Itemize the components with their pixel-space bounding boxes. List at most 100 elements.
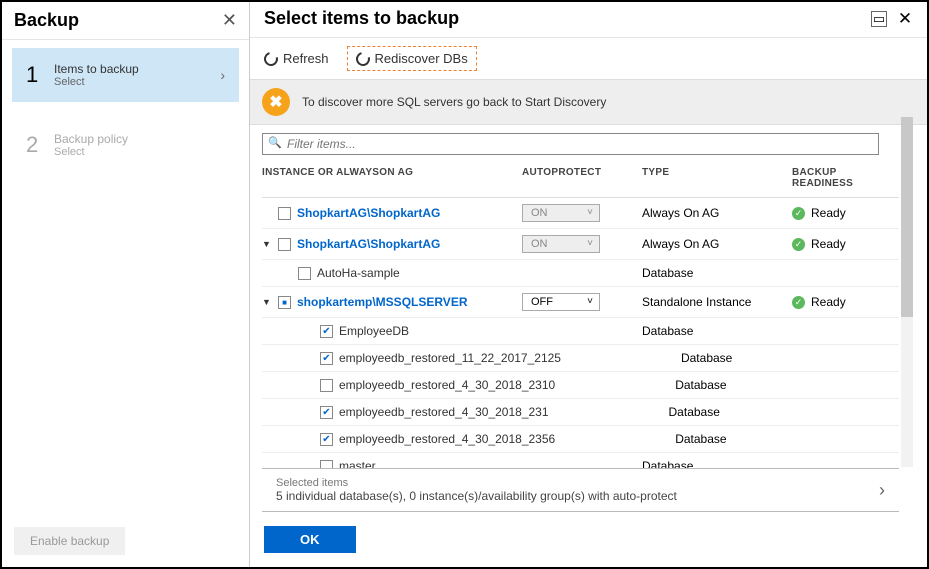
ready-badge: ✓ Ready bbox=[792, 237, 899, 251]
row-type: Always On AG bbox=[642, 237, 792, 251]
chevron-right-icon: › bbox=[879, 480, 885, 501]
table-row[interactable]: ▼EmployeeDBDatabase bbox=[262, 318, 899, 345]
expand-caret-icon[interactable]: ▼ bbox=[262, 297, 272, 307]
row-type: Database bbox=[669, 405, 819, 419]
table-row[interactable]: ▼employeedb_restored_4_30_2018_2310Datab… bbox=[262, 372, 899, 399]
ready-badge: ✓ Ready bbox=[792, 295, 899, 309]
row-name[interactable]: shopkartemp\MSSQLSERVER bbox=[297, 295, 467, 309]
left-footer: Enable backup bbox=[2, 515, 249, 567]
summary-detail: 5 individual database(s), 0 instance(s)/… bbox=[276, 489, 879, 503]
rediscover-dbs-button[interactable]: Rediscover DBs bbox=[347, 46, 477, 71]
row-checkbox[interactable] bbox=[278, 296, 291, 309]
step-sub: Select bbox=[54, 76, 220, 88]
items-grid: INSTANCE OR ALWAYSON AG AUTOPROTECT TYPE… bbox=[250, 161, 927, 468]
row-name: master bbox=[339, 459, 376, 468]
info-bar: ✖ To discover more SQL servers go back t… bbox=[250, 79, 927, 125]
table-row[interactable]: ▼ShopkartAG\ShopkartAGONAlways On AG✓Rea… bbox=[262, 198, 899, 229]
row-checkbox[interactable] bbox=[320, 352, 333, 365]
step-backup-policy[interactable]: 2 Backup policy Select bbox=[12, 118, 239, 172]
enable-backup-button[interactable]: Enable backup bbox=[14, 527, 125, 555]
refresh-button[interactable]: Refresh bbox=[264, 51, 329, 66]
refresh-label: Refresh bbox=[283, 51, 329, 66]
filter-row bbox=[250, 125, 927, 161]
info-text: To discover more SQL servers go back to … bbox=[302, 95, 606, 109]
header-type[interactable]: TYPE bbox=[642, 167, 792, 189]
footer: OK bbox=[250, 512, 927, 567]
row-name: employeedb_restored_11_22_2017_2125 bbox=[339, 351, 561, 365]
table-row[interactable]: ▼AutoHa-sampleDatabase bbox=[262, 260, 899, 287]
row-name: AutoHa-sample bbox=[317, 266, 400, 280]
row-type: Database bbox=[675, 378, 825, 392]
row-type: Database bbox=[675, 432, 825, 446]
row-checkbox[interactable] bbox=[278, 238, 291, 251]
step-number: 1 bbox=[26, 62, 54, 88]
right-header: Select items to backup ▭ ✕ bbox=[250, 2, 927, 38]
scrollbar[interactable] bbox=[901, 117, 913, 467]
step-title: Items to backup bbox=[54, 62, 220, 76]
close-icon[interactable]: ✕ bbox=[222, 10, 237, 31]
row-checkbox[interactable] bbox=[298, 267, 311, 280]
step-title: Backup policy bbox=[54, 132, 225, 146]
wrench-icon: ✖ bbox=[262, 88, 290, 116]
check-icon: ✓ bbox=[792, 238, 805, 251]
summary-bar[interactable]: Selected items 5 individual database(s),… bbox=[262, 468, 899, 512]
select-items-title: Select items to backup bbox=[264, 8, 861, 29]
scrollbar-thumb[interactable] bbox=[901, 117, 913, 317]
row-name[interactable]: ShopkartAG\ShopkartAG bbox=[297, 237, 440, 251]
toolbar: Refresh Rediscover DBs bbox=[250, 38, 927, 79]
row-type: Database bbox=[642, 266, 792, 280]
row-name: employeedb_restored_4_30_2018_2356 bbox=[339, 432, 555, 446]
ready-text: Ready bbox=[811, 295, 846, 309]
header-instance[interactable]: INSTANCE OR ALWAYSON AG bbox=[262, 167, 522, 189]
refresh-icon bbox=[261, 49, 280, 68]
left-pane: Backup ✕ 1 Items to backup Select › 2 Ba… bbox=[2, 2, 250, 567]
row-type: Database bbox=[642, 459, 792, 468]
row-name[interactable]: ShopkartAG\ShopkartAG bbox=[297, 206, 440, 220]
row-checkbox[interactable] bbox=[320, 460, 333, 469]
header-autoprotect[interactable]: AUTOPROTECT bbox=[522, 167, 642, 189]
table-row[interactable]: ▼ ShopkartAG\ShopkartAG ON Always On AG✓ Rea… bbox=[262, 229, 899, 260]
row-checkbox[interactable] bbox=[320, 325, 333, 338]
step-body: Backup policy Select bbox=[54, 132, 225, 158]
check-icon: ✓ bbox=[792, 207, 805, 220]
check-icon: ✓ bbox=[792, 296, 805, 309]
maximize-icon[interactable]: ▭ bbox=[871, 11, 887, 27]
chevron-right-icon: › bbox=[220, 67, 225, 83]
table-row[interactable]: ▼employeedb_restored_4_30_2018_231Databa… bbox=[262, 399, 899, 426]
grid-header-row: INSTANCE OR ALWAYSON AG AUTOPROTECT TYPE… bbox=[262, 161, 899, 198]
step-number: 2 bbox=[26, 132, 54, 158]
ready-badge: ✓ Ready bbox=[792, 206, 899, 220]
ok-button[interactable]: OK bbox=[264, 526, 356, 553]
autoprotect-select[interactable]: ON bbox=[522, 204, 600, 222]
autoprotect-select[interactable]: OFF bbox=[522, 293, 600, 311]
row-name: employeedb_restored_4_30_2018_2310 bbox=[339, 378, 555, 392]
row-type: Database bbox=[681, 351, 831, 365]
step-sub: Select bbox=[54, 146, 225, 158]
expand-caret-icon[interactable]: ▼ bbox=[262, 239, 272, 249]
row-checkbox[interactable] bbox=[320, 406, 333, 419]
row-name: EmployeeDB bbox=[339, 324, 409, 338]
filter-input[interactable] bbox=[262, 133, 879, 155]
table-row[interactable]: ▼masterDatabase bbox=[262, 453, 899, 468]
row-name: employeedb_restored_4_30_2018_231 bbox=[339, 405, 549, 419]
summary-text: Selected items 5 individual database(s),… bbox=[276, 477, 879, 503]
table-row[interactable]: ▼employeedb_restored_4_30_2018_2356Datab… bbox=[262, 426, 899, 453]
row-type: Database bbox=[642, 324, 792, 338]
refresh-icon bbox=[353, 49, 372, 68]
row-checkbox[interactable] bbox=[320, 379, 333, 392]
summary-title: Selected items bbox=[276, 477, 879, 489]
row-checkbox[interactable] bbox=[278, 207, 291, 220]
row-type: Always On AG bbox=[642, 206, 792, 220]
autoprotect-select[interactable]: ON bbox=[522, 235, 600, 253]
table-row[interactable]: ▼shopkartemp\MSSQLSERVEROFFStandalone In… bbox=[262, 287, 899, 318]
close-icon[interactable]: ✕ bbox=[897, 11, 913, 27]
ready-text: Ready bbox=[811, 206, 846, 220]
header-readiness[interactable]: BACKUP READINESS bbox=[792, 167, 899, 189]
backup-title: Backup bbox=[14, 10, 79, 31]
row-checkbox[interactable] bbox=[320, 433, 333, 446]
ready-text: Ready bbox=[811, 237, 846, 251]
table-row[interactable]: ▼employeedb_restored_11_22_2017_2125Data… bbox=[262, 345, 899, 372]
step-items-to-backup[interactable]: 1 Items to backup Select › bbox=[12, 48, 239, 102]
right-pane: Select items to backup ▭ ✕ Refresh Redis… bbox=[250, 2, 927, 567]
rediscover-label: Rediscover DBs bbox=[375, 51, 468, 66]
